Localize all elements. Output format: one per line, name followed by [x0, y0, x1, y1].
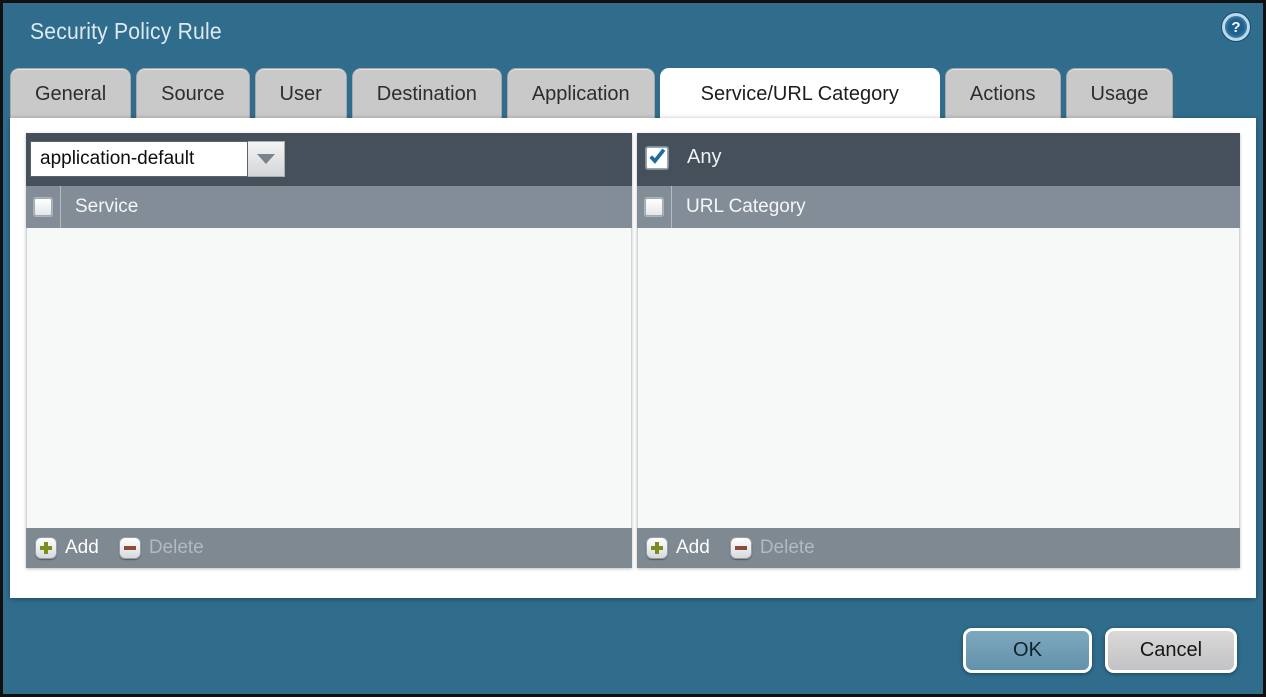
cancel-button[interactable]: Cancel	[1105, 628, 1237, 673]
add-button-label: Add	[676, 537, 710, 559]
tab-content-area: application-default Service	[10, 118, 1256, 598]
url-category-add-button[interactable]: Add	[646, 537, 710, 559]
checkmark-icon	[647, 144, 667, 168]
plus-icon	[35, 537, 57, 559]
url-category-toolbar: Add Delete	[637, 528, 1240, 568]
plus-icon	[646, 537, 668, 559]
tab-bar: General Source User Destination Applicat…	[10, 68, 1173, 118]
tab-actions[interactable]: Actions	[945, 68, 1061, 118]
service-add-button[interactable]: Add	[35, 537, 99, 559]
url-category-column-header-row: URL Category	[637, 186, 1240, 228]
security-policy-rule-dialog: Security Policy Rule ? General Source Us…	[0, 0, 1266, 697]
tab-service-url-category[interactable]: Service/URL Category	[660, 68, 940, 118]
url-category-panel: Any URL Category Ad	[637, 133, 1240, 568]
chevron-down-icon	[257, 154, 275, 164]
delete-button-label: Delete	[760, 537, 815, 559]
any-checkbox[interactable]	[646, 147, 668, 169]
tab-application[interactable]: Application	[507, 68, 655, 118]
service-panel: application-default Service	[26, 133, 632, 568]
url-category-any-bar: Any	[637, 133, 1240, 186]
url-category-delete-button[interactable]: Delete	[730, 537, 815, 559]
minus-icon	[730, 537, 752, 559]
tab-user[interactable]: User	[255, 68, 347, 118]
tab-destination[interactable]: Destination	[352, 68, 502, 118]
add-button-label: Add	[65, 537, 99, 559]
service-list	[26, 228, 632, 528]
service-type-dropdown-value[interactable]: application-default	[30, 141, 248, 177]
url-category-column-header[interactable]: URL Category	[686, 196, 806, 218]
dialog-title: Security Policy Rule	[30, 18, 222, 45]
service-delete-button[interactable]: Delete	[119, 537, 204, 559]
service-type-bar: application-default	[26, 133, 632, 186]
any-checkbox-label: Any	[687, 146, 721, 169]
service-type-dropdown[interactable]: application-default	[30, 141, 285, 177]
service-toolbar: Add Delete	[26, 528, 632, 568]
dropdown-arrow-button[interactable]	[248, 141, 285, 177]
delete-button-label: Delete	[149, 537, 204, 559]
column-divider	[671, 186, 672, 228]
tab-general[interactable]: General	[10, 68, 131, 118]
service-column-header[interactable]: Service	[75, 196, 138, 218]
column-divider	[60, 186, 61, 228]
url-category-select-all-checkbox[interactable]	[645, 198, 663, 216]
tab-usage[interactable]: Usage	[1066, 68, 1174, 118]
url-category-list	[637, 228, 1240, 528]
help-icon[interactable]: ?	[1222, 13, 1250, 41]
minus-icon	[119, 537, 141, 559]
service-column-header-row: Service	[26, 186, 632, 228]
tab-source[interactable]: Source	[136, 68, 249, 118]
service-select-all-checkbox[interactable]	[34, 198, 52, 216]
ok-button[interactable]: OK	[963, 628, 1092, 673]
